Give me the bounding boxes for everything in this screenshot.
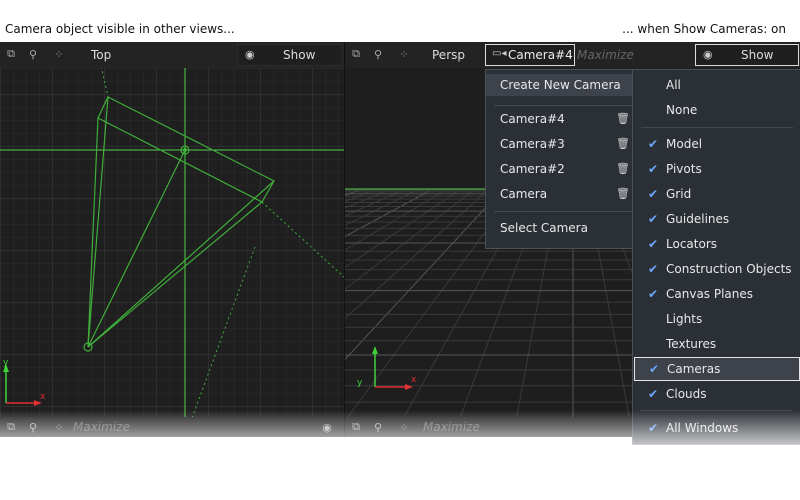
show-item-pivots[interactable]: ✔ Pivots bbox=[633, 158, 800, 180]
trash-icon[interactable]: 🗑 bbox=[616, 162, 630, 175]
show-label: Show bbox=[741, 48, 774, 62]
show-menu: All None ✔ Model ✔ Pivots ✔ Grid ✔ Guide… bbox=[632, 69, 800, 445]
show-item-grid[interactable]: ✔ Grid bbox=[633, 183, 800, 205]
show-all-item[interactable]: All bbox=[633, 74, 800, 96]
show-item-locators[interactable]: ✔ Locators bbox=[633, 233, 800, 255]
camera-menu: Create New Camera Camera#4 🗑 Camera#3 🗑 … bbox=[485, 69, 647, 249]
top-grid: y x bbox=[0, 42, 344, 437]
check-icon: ✔ bbox=[648, 187, 659, 201]
zoom-icon[interactable]: ⚲ bbox=[369, 45, 387, 63]
maximize-label[interactable]: Maximize bbox=[577, 48, 634, 62]
eye-icon: ◉ bbox=[245, 48, 255, 61]
camera-label: Camera#4 bbox=[508, 48, 573, 62]
menu-separator bbox=[641, 127, 793, 128]
popout-icon[interactable]: ⧉ bbox=[2, 45, 20, 63]
show-item-textures[interactable]: Textures bbox=[633, 333, 800, 355]
top-viewport-bottom-toolbar: ⧉ ⚲ ⁘ Maximize ◉ bbox=[0, 417, 344, 437]
maximize-label[interactable]: Maximize bbox=[73, 420, 130, 434]
check-icon: ✔ bbox=[648, 287, 659, 301]
popout-icon[interactable]: ⧉ bbox=[2, 418, 20, 436]
axis-y-label: y bbox=[357, 378, 363, 388]
show-button[interactable]: ◉ Show bbox=[695, 44, 799, 66]
all-windows-item[interactable]: ✔ All Windows bbox=[633, 417, 800, 439]
check-icon: ✔ bbox=[648, 421, 659, 435]
show-button[interactable]: ◉ Show bbox=[237, 44, 343, 66]
popout-icon[interactable]: ⧉ bbox=[347, 418, 365, 436]
zoom-icon[interactable]: ⚲ bbox=[24, 418, 42, 436]
check-icon: ✔ bbox=[648, 162, 659, 176]
show-label: Show bbox=[283, 48, 316, 62]
check-icon: ✔ bbox=[648, 237, 659, 251]
eye-icon: ◉ bbox=[703, 48, 713, 61]
maximize-label[interactable]: Maximize bbox=[423, 420, 480, 434]
show-item-construction-objects[interactable]: ✔ Construction Objects bbox=[633, 258, 800, 280]
trash-icon[interactable]: 🗑 bbox=[616, 137, 630, 150]
show-item-clouds[interactable]: ✔ Clouds bbox=[633, 383, 800, 405]
view-label[interactable]: Top bbox=[91, 48, 111, 62]
right-caption: ... when Show Cameras: on bbox=[622, 22, 786, 36]
view-layout-icon[interactable]: ⁘ bbox=[50, 418, 68, 436]
camera-item[interactable]: Camera 🗑 bbox=[486, 183, 646, 205]
trash-icon[interactable]: 🗑 bbox=[616, 187, 630, 200]
check-icon: ✔ bbox=[648, 262, 659, 276]
popout-icon[interactable]: ⧉ bbox=[347, 45, 365, 63]
show-item-canvas-planes[interactable]: ✔ Canvas Planes bbox=[633, 283, 800, 305]
show-item-model[interactable]: ✔ Model bbox=[633, 133, 800, 155]
view-layout-icon[interactable]: ⁘ bbox=[395, 45, 413, 63]
show-item-guidelines[interactable]: ✔ Guidelines bbox=[633, 208, 800, 230]
show-item-lights[interactable]: Lights bbox=[633, 308, 800, 330]
axis-y-label: y bbox=[3, 358, 9, 368]
create-new-camera-item[interactable]: Create New Camera bbox=[486, 74, 646, 96]
view-layout-icon[interactable]: ⁘ bbox=[395, 418, 413, 436]
camera-item[interactable]: Camera#2 🗑 bbox=[486, 158, 646, 180]
menu-separator bbox=[494, 211, 638, 212]
camera-item[interactable]: Camera#3 🗑 bbox=[486, 133, 646, 155]
camera-button[interactable]: ▭◂ Camera#4 bbox=[485, 44, 575, 66]
view-label[interactable]: Persp bbox=[432, 48, 465, 62]
menu-separator bbox=[641, 410, 793, 411]
trash-icon[interactable]: 🗑 bbox=[616, 112, 630, 125]
persp-viewport-toolbar: ⧉ ⚲ ⁘ Persp ▭◂ Camera#4 Maximize ◉ Show bbox=[345, 42, 800, 68]
camera-item[interactable]: Camera#4 🗑 bbox=[486, 108, 646, 130]
axis-x-label: x bbox=[40, 392, 46, 402]
top-viewport[interactable]: y x ⧉ ⚲ ⁘ Top ◉ Show ⧉ ⚲ ⁘ Maximize ◉ bbox=[0, 42, 344, 437]
check-icon: ✔ bbox=[649, 362, 660, 376]
left-caption: Camera object visible in other views... bbox=[5, 22, 235, 36]
eye-icon[interactable]: ◉ bbox=[318, 418, 336, 436]
top-viewport-toolbar: ⧉ ⚲ ⁘ Top ◉ Show bbox=[0, 42, 344, 68]
axis-x-label: x bbox=[411, 375, 417, 385]
view-layout-icon[interactable]: ⁘ bbox=[50, 45, 68, 63]
zoom-icon[interactable]: ⚲ bbox=[24, 45, 42, 63]
check-icon: ✔ bbox=[648, 212, 659, 226]
check-icon: ✔ bbox=[648, 387, 659, 401]
select-camera-item[interactable]: Select Camera bbox=[486, 217, 646, 239]
menu-separator bbox=[494, 105, 638, 106]
check-icon: ✔ bbox=[648, 137, 659, 151]
show-none-item[interactable]: None bbox=[633, 99, 800, 121]
zoom-icon[interactable]: ⚲ bbox=[369, 418, 387, 436]
show-item-cameras[interactable]: ✔ Cameras bbox=[634, 357, 800, 381]
camera-icon: ▭◂ bbox=[492, 48, 507, 59]
